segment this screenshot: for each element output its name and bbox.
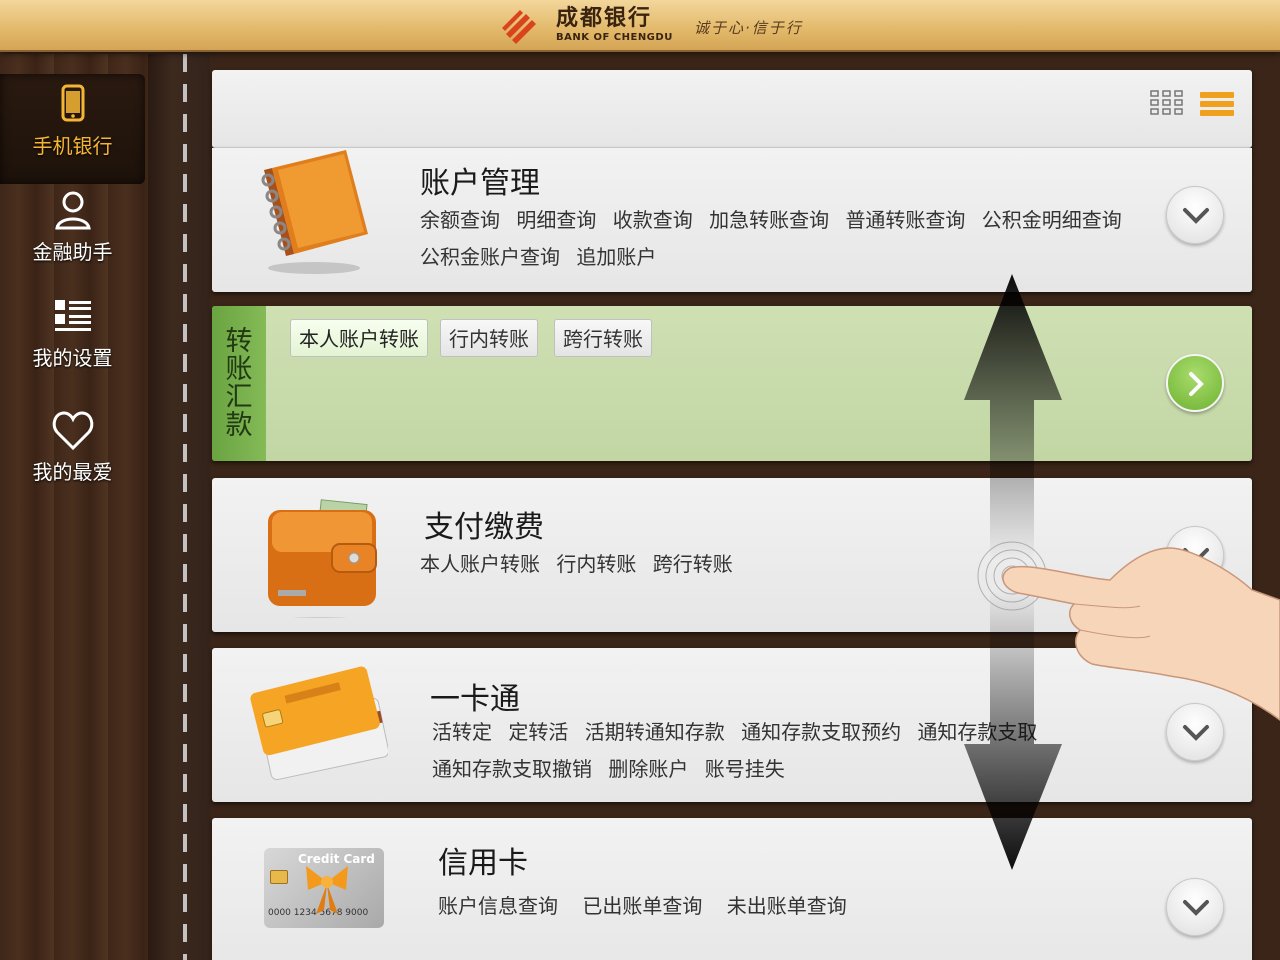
link-receipt-query[interactable]: 收款查询	[613, 208, 693, 232]
payment-links: 本人账户转账 行内转账 跨行转账	[420, 546, 1140, 583]
grid-view-icon[interactable]	[1150, 90, 1184, 116]
link-notice-withdraw[interactable]: 通知存款支取	[917, 720, 1037, 744]
sidebar-item-label: 我的设置	[32, 346, 113, 370]
sidebar-item-favorites[interactable]: 我的最爱	[0, 400, 145, 510]
credit-card-icon: Credit Card 0000 1234 5678 9000	[264, 848, 384, 928]
account-management-card[interactable]: 账户管理 余额查询 明细查询 收款查询 加急转账查询 普通转账查询 公积金明细查…	[212, 148, 1252, 292]
link-detail-query[interactable]: 明细查询	[516, 208, 596, 232]
link-notice-withdraw-booking[interactable]: 通知存款支取预约	[741, 720, 901, 744]
ribbon-bow-icon	[306, 866, 348, 914]
account-links: 余额查询 明细查询 收款查询 加急转账查询 普通转账查询 公积金明细查询 公积金…	[420, 202, 1180, 276]
chevron-down-icon	[1183, 208, 1209, 224]
slogan: 诚于心·信于行	[694, 19, 803, 37]
one-card-links: 活转定 定转活 活期转通知存款 通知存款支取预约 通知存款支取 通知存款支取撤销…	[432, 714, 1162, 788]
link-unbilled-query[interactable]: 未出账单查询	[727, 894, 847, 918]
expand-button[interactable]	[1166, 186, 1224, 244]
sidebar-item-my-settings[interactable]: 我的设置	[0, 286, 145, 396]
leather-strip	[148, 54, 210, 960]
sidebar-item-label: 金融助手	[32, 240, 113, 264]
chip-icon	[270, 870, 288, 884]
link-intra-bank-transfer[interactable]: 行内转账	[556, 552, 636, 576]
chevron-down-icon	[1183, 725, 1209, 741]
wallet-icon	[268, 499, 377, 618]
brand: 成都银行 BANK OF CHENGDU	[556, 6, 673, 44]
go-button[interactable]	[1166, 354, 1224, 412]
link-inter-bank-transfer[interactable]: 跨行转账	[653, 552, 733, 576]
card-title: 一卡通	[430, 682, 520, 717]
transfer-tab: 转账汇款	[212, 306, 266, 461]
link-billed-query[interactable]: 已出账单查询	[582, 894, 702, 918]
link-normal-transfer-query[interactable]: 普通转账查询	[845, 208, 965, 232]
card-title: 支付缴费	[424, 510, 544, 545]
phone-icon	[61, 84, 84, 122]
sidebar-item-mobile-banking[interactable]: 手机银行	[0, 74, 145, 184]
link-current-to-fixed[interactable]: 活转定	[432, 720, 492, 744]
chevron-right-icon	[1189, 372, 1204, 396]
pill-inter-bank-transfer[interactable]: 跨行转账	[554, 319, 652, 357]
link-fixed-to-current[interactable]: 定转活	[508, 720, 568, 744]
link-add-account[interactable]: 追加账户	[576, 245, 656, 269]
stitching	[183, 54, 187, 960]
expand-button[interactable]	[1166, 703, 1224, 761]
list-view-icon[interactable]	[1200, 90, 1234, 118]
link-urgent-transfer-query[interactable]: 加急转账查询	[709, 208, 829, 232]
notebook-icon	[261, 150, 368, 274]
bank-logo-icon	[502, 10, 536, 44]
pill-intra-bank-transfer[interactable]: 行内转账	[440, 319, 538, 357]
brand-name-en: BANK OF CHENGDU	[556, 32, 673, 43]
chevron-down-icon	[1183, 900, 1209, 916]
expand-button[interactable]	[1166, 878, 1224, 936]
link-current-to-notice[interactable]: 活期转通知存款	[585, 720, 725, 744]
expand-button[interactable]	[1166, 526, 1224, 584]
top-bar: 成都银行 BANK OF CHENGDU 诚于心·信于行	[0, 0, 1280, 52]
brand-name-cn: 成都银行	[556, 6, 653, 31]
link-own-account-transfer[interactable]: 本人账户转账	[420, 552, 540, 576]
link-fund-account-query[interactable]: 公积金账户查询	[420, 245, 560, 269]
transfer-tab-label: 转账汇款	[225, 326, 253, 441]
card-title: 账户管理	[420, 166, 540, 201]
link-balance-query[interactable]: 余额查询	[420, 208, 500, 232]
link-notice-withdraw-cancel[interactable]: 通知存款支取撤销	[432, 757, 592, 781]
credit-links: 账户信息查询 已出账单查询 未出账单查询	[438, 888, 1158, 925]
link-delete-account[interactable]: 删除账户	[608, 757, 688, 781]
bank-card-icon	[250, 666, 388, 781]
link-account-info-query[interactable]: 账户信息查询	[438, 894, 558, 918]
link-fund-detail-query[interactable]: 公积金明细查询	[982, 208, 1122, 232]
sidebar: 手机银行 金融助手 我的设置 我的最爱	[0, 54, 148, 960]
card-title: 信用卡	[438, 846, 528, 881]
transfer-card[interactable]: 转账汇款 本人账户转账 行内转账 跨行转账	[212, 306, 1252, 461]
credit-card-card[interactable]: Credit Card 0000 1234 5678 9000 信用卡 账户信息…	[212, 818, 1252, 960]
pill-own-account-transfer[interactable]: 本人账户转账	[290, 319, 428, 357]
heart-icon	[52, 411, 93, 451]
sidebar-item-finance-assistant[interactable]: 金融助手	[0, 180, 145, 290]
person-icon	[54, 191, 91, 230]
settings-list-icon	[54, 300, 91, 331]
sidebar-item-label: 我的最爱	[32, 460, 113, 484]
view-toolbar	[212, 70, 1252, 148]
payment-card[interactable]: 支付缴费 本人账户转账 行内转账 跨行转账	[212, 478, 1252, 632]
chevron-down-icon	[1183, 548, 1209, 564]
link-report-loss[interactable]: 账号挂失	[705, 757, 785, 781]
one-card-card[interactable]: 一卡通 活转定 定转活 活期转通知存款 通知存款支取预约 通知存款支取 通知存款…	[212, 648, 1252, 802]
sidebar-item-label: 手机银行	[32, 134, 113, 158]
